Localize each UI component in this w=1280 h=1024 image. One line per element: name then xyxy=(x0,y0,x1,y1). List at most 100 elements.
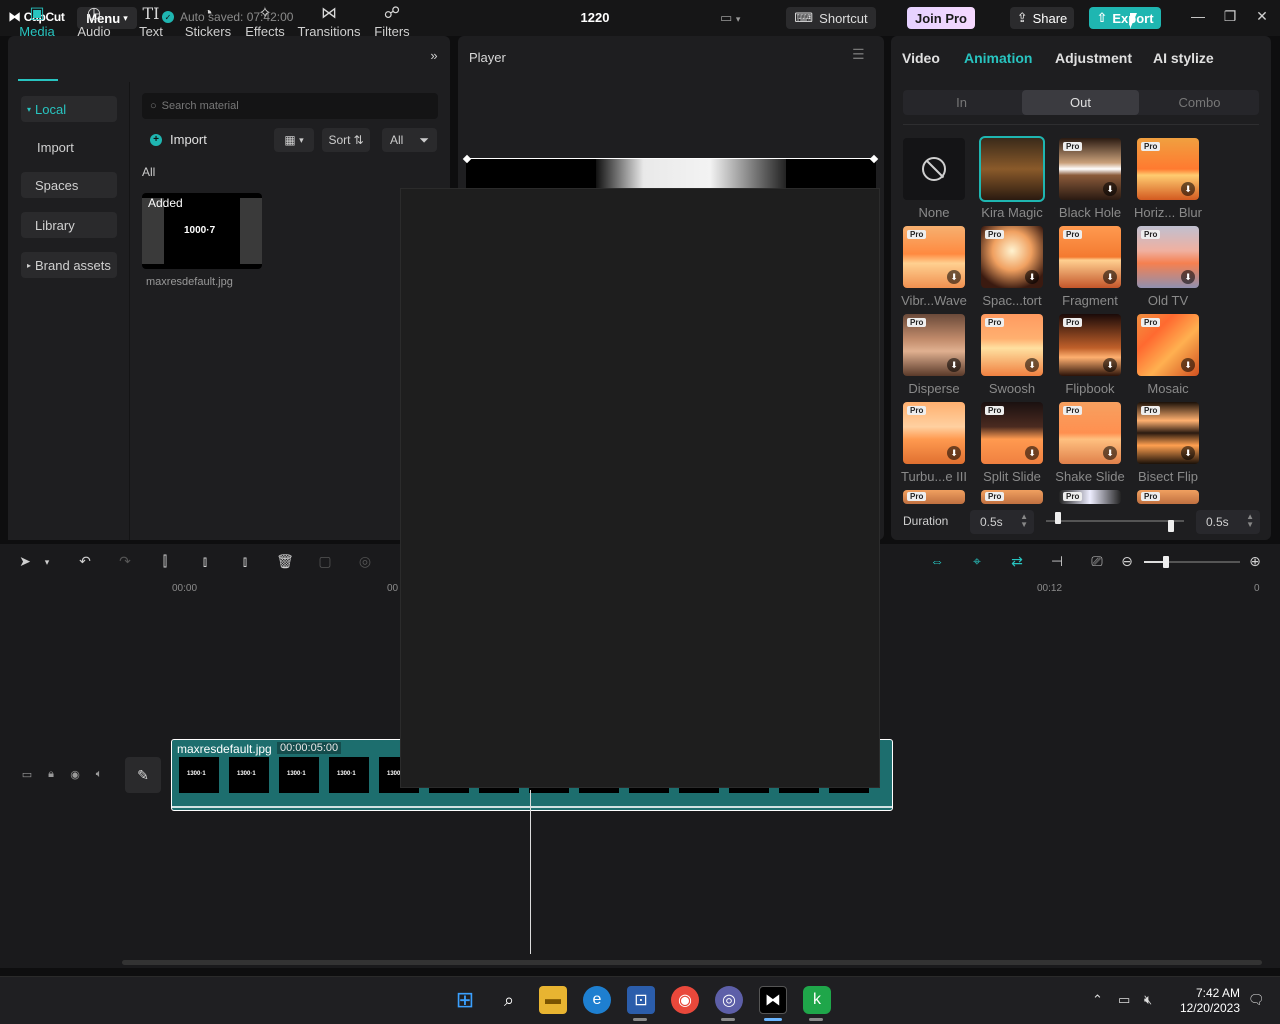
chrome-icon[interactable]: ◉ xyxy=(671,986,699,1014)
lock-icon[interactable]: 🔒︎ xyxy=(44,768,58,781)
crop-icon[interactable]: ▢ xyxy=(316,553,334,570)
animation-tile[interactable]: Pro ⬇ xyxy=(981,314,1043,376)
animation-tile[interactable]: Pro ⬇ xyxy=(981,226,1043,288)
select-tool-icon[interactable]: ➤ xyxy=(16,553,34,570)
download-icon[interactable]: ⬇ xyxy=(1025,358,1039,372)
animation-tile[interactable]: Pro ⬇ xyxy=(903,226,965,288)
animation-tile[interactable]: Pro xyxy=(1137,490,1199,504)
download-icon[interactable]: ⬇ xyxy=(947,358,961,372)
undo-icon[interactable]: ↶ xyxy=(76,553,94,570)
main-track-magnet-icon[interactable]: ⇔ xyxy=(928,553,946,569)
tool-effects[interactable]: ✧ Effects xyxy=(237,4,293,39)
sidebar-item-library[interactable]: Library xyxy=(21,212,117,238)
freeze-icon[interactable]: ◎ xyxy=(356,553,374,570)
sidebar-item-local[interactable]: ▾ Local xyxy=(21,96,117,122)
edge-browser-icon[interactable]: e xyxy=(583,986,611,1014)
maximize-icon[interactable]: ❐ xyxy=(1220,8,1240,25)
tab-adjustment[interactable]: Adjustment xyxy=(1055,50,1132,66)
split-icon[interactable]: ⫿ xyxy=(156,553,174,570)
project-title[interactable]: 1220 xyxy=(560,10,630,25)
animation-tile[interactable]: Pro ⬇ xyxy=(1137,138,1199,200)
animation-tile[interactable]: Pro ⬇ xyxy=(1137,226,1199,288)
download-icon[interactable]: ⬇ xyxy=(1103,270,1117,284)
export-button[interactable]: ⇧ Export xyxy=(1089,7,1161,29)
stepper-icon[interactable]: ▲ ▼ xyxy=(1020,513,1028,529)
media-thumbnail[interactable]: Added 1000·7 xyxy=(142,193,262,269)
download-icon[interactable]: ⬇ xyxy=(947,270,961,284)
view-mode-button[interactable]: ▦ ▾ xyxy=(274,128,314,152)
app-icon[interactable]: ◎ xyxy=(715,986,743,1014)
zoom-in-icon[interactable]: ⊕ xyxy=(1246,553,1264,570)
animation-tile[interactable]: Pro ⬇ xyxy=(981,402,1043,464)
download-icon[interactable]: ⬇ xyxy=(947,446,961,460)
preview-axis-icon[interactable]: ⊣ xyxy=(1048,553,1066,570)
tool-transitions[interactable]: ⋈ Transitions xyxy=(296,4,362,39)
filter-button[interactable]: All ⏷ xyxy=(382,128,437,152)
animation-tile[interactable]: Pro xyxy=(981,490,1043,504)
zoom-out-icon[interactable]: ⊖ xyxy=(1118,553,1136,570)
share-button[interactable]: ⇪ Share xyxy=(1010,7,1074,29)
speaker-icon[interactable]: 🔈︎ xyxy=(92,768,106,781)
download-icon[interactable]: ⬇ xyxy=(1181,182,1195,196)
animation-tile[interactable]: Pro ⬇ xyxy=(1137,314,1199,376)
segment-combo[interactable]: Combo xyxy=(1141,90,1258,115)
horizontal-scrollbar[interactable] xyxy=(122,960,1262,965)
animation-tile[interactable] xyxy=(903,138,965,200)
tab-animation[interactable]: Animation xyxy=(964,50,1032,66)
download-icon[interactable]: ⬇ xyxy=(1181,446,1195,460)
hamburger-icon[interactable]: ☰ xyxy=(852,46,865,63)
edit-cover-button[interactable]: ✎ xyxy=(125,757,161,793)
duration-input-left[interactable]: 0.5s ▲ ▼ xyxy=(970,510,1034,534)
notification-icon[interactable]: 🗨︎ xyxy=(1248,992,1265,1008)
redo-icon[interactable]: ↷ xyxy=(116,553,134,570)
animation-tile[interactable]: Pro ⬇ xyxy=(1059,226,1121,288)
animation-tile[interactable] xyxy=(979,136,1045,202)
tab-ai-stylize[interactable]: AI stylize xyxy=(1153,50,1214,66)
download-icon[interactable]: ⬇ xyxy=(1025,446,1039,460)
animation-tile[interactable]: Pro xyxy=(903,490,965,504)
sidebar-item-import[interactable]: Import xyxy=(21,134,117,160)
minimize-icon[interactable]: — xyxy=(1188,8,1208,24)
duration-input-right[interactable]: 0.5s ▲ ▼ xyxy=(1196,510,1260,534)
sidebar-item-brand-assets[interactable]: ▸ Brand assets xyxy=(21,252,117,278)
split-left-icon[interactable]: ⫾ xyxy=(196,553,214,570)
eye-icon[interactable]: ◉ xyxy=(68,768,82,781)
duration-slider[interactable] xyxy=(1046,520,1184,522)
animation-tile[interactable]: Pro ⬇ xyxy=(903,402,965,464)
stepper-icon[interactable]: ▲ ▼ xyxy=(1246,513,1254,529)
shortcut-button[interactable]: ⌨ Shortcut xyxy=(786,7,876,29)
zoom-knob[interactable] xyxy=(1163,556,1169,568)
tool-text[interactable]: TI Text xyxy=(123,4,179,39)
animation-tile[interactable]: Pro ⬇ xyxy=(1137,402,1199,464)
more-tools-icon[interactable]: » xyxy=(424,48,444,63)
tab-video[interactable]: Video xyxy=(902,50,940,66)
taskbar-clock[interactable]: 7:42 AM 12/20/2023 xyxy=(1176,986,1240,1016)
cover-icon[interactable]: ▭ xyxy=(20,768,34,781)
download-icon[interactable]: ⬇ xyxy=(1181,358,1195,372)
sidebar-item-spaces[interactable]: Spaces xyxy=(21,172,117,198)
playhead[interactable] xyxy=(530,790,531,954)
chevron-down-icon[interactable]: ▾ xyxy=(38,557,56,568)
tool-audio[interactable]: ◷ Audio xyxy=(66,4,122,39)
search-icon[interactable]: ⌕ xyxy=(495,986,523,1014)
segment-out[interactable]: Out xyxy=(1022,90,1139,115)
tool-filters[interactable]: ☍ Filters xyxy=(364,4,420,39)
close-icon[interactable]: ✕ xyxy=(1252,8,1272,25)
slider-knob-left[interactable] xyxy=(1055,512,1061,524)
chevron-up-icon[interactable]: ⌃ xyxy=(1092,992,1103,1008)
delete-icon[interactable]: 🗑 xyxy=(276,553,294,570)
app-k-icon[interactable]: k xyxy=(803,986,831,1014)
animation-tile[interactable]: Pro ⬇ xyxy=(1059,138,1121,200)
split-right-icon[interactable]: ⫾ xyxy=(236,553,254,570)
fit-timeline-icon[interactable]: ⎚ xyxy=(1088,553,1106,570)
store-icon[interactable]: ⊡ xyxy=(627,986,655,1014)
download-icon[interactable]: ⬇ xyxy=(1103,446,1117,460)
download-icon[interactable]: ⬇ xyxy=(1181,270,1195,284)
auto-snap-icon[interactable]: ⌖ xyxy=(968,553,986,570)
windows-start-icon[interactable]: ⊞ xyxy=(451,986,479,1014)
layout-button[interactable]: ▭ ▾ xyxy=(720,10,740,26)
download-icon[interactable]: ⬇ xyxy=(1025,270,1039,284)
network-icon[interactable]: ▭ xyxy=(1118,992,1130,1008)
capcut-taskbar-icon[interactable]: ⧓ xyxy=(759,986,787,1014)
animation-tile[interactable]: Pro ⬇ xyxy=(1059,314,1121,376)
